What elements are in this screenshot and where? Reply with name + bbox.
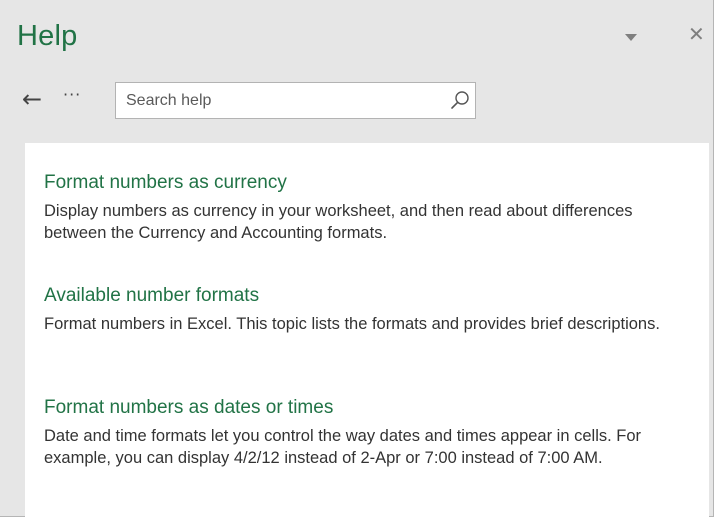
result-title-link[interactable]: Format numbers as currency [44,171,684,195]
result-description: Display numbers as currency in your work… [44,202,633,242]
more-options-icon[interactable]: ··· [63,87,81,103]
results-list: Format numbers as currency Display numbe… [25,143,709,517]
result-description: Format numbers in Excel. This topic list… [44,315,660,333]
search-input[interactable] [126,91,426,111]
chevron-down-icon[interactable] [625,34,637,41]
search-icon[interactable] [450,90,470,110]
result-title-link[interactable]: Format numbers as dates or times [44,396,684,420]
result-description: Date and time formats let you control th… [44,427,642,467]
arrow-left-icon[interactable]: ← [22,87,42,111]
result-item: Format numbers as currency Display numbe… [44,171,684,244]
result-title-link[interactable]: Available number formats [44,284,684,308]
result-item: Available number formats Format numbers … [44,284,684,335]
search-box [115,82,476,119]
close-icon[interactable]: ✕ [688,24,705,44]
pane-title: Help [17,20,78,52]
help-pane: Help ✕ ← ··· Format numbers as currency … [0,0,714,517]
result-item: Format numbers as dates or times Date an… [44,396,684,469]
